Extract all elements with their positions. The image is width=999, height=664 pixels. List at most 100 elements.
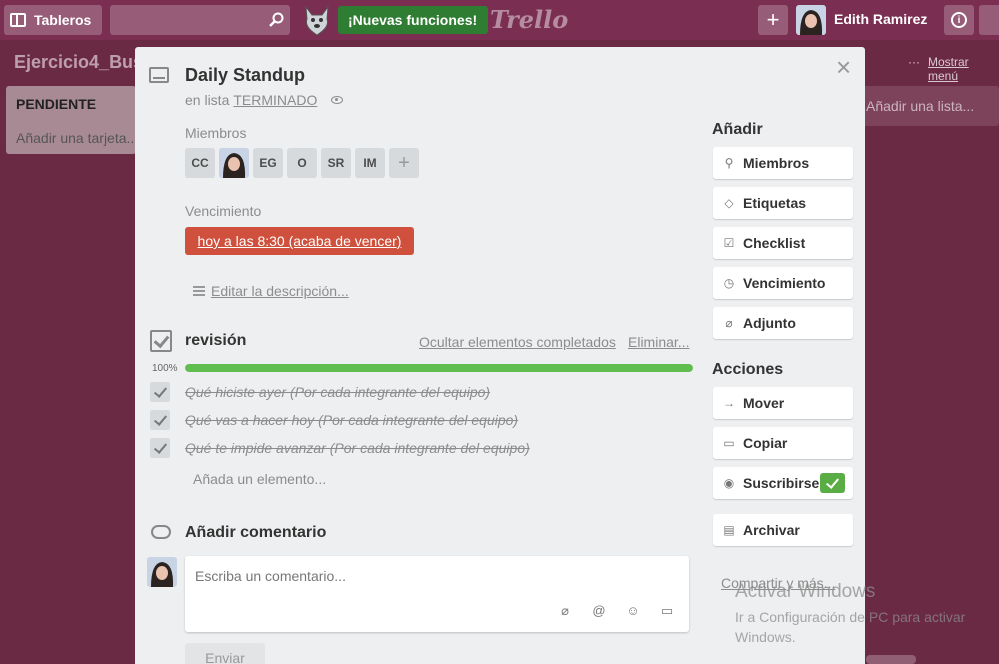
info-button[interactable]: i — [944, 5, 974, 35]
plus-icon: + — [766, 7, 780, 32]
checklist-icon: ☑ — [723, 236, 735, 250]
member-avatar[interactable]: CC — [185, 148, 215, 178]
checklist-icon — [150, 330, 172, 352]
due-label: Vencimiento — [185, 203, 262, 219]
labels-button[interactable]: ◇ Etiquetas — [713, 187, 853, 219]
checklist-title[interactable]: revisión — [185, 332, 246, 350]
info-icon: i — [951, 12, 967, 28]
checklist-item[interactable]: Qué te impide avanzar (Por cada integran… — [150, 438, 530, 458]
checklist-item[interactable]: Qué hiciste ayer (Por cada integrante de… — [150, 382, 490, 402]
show-menu-label: Mostrar menú — [928, 55, 969, 83]
members-label: Miembros — [185, 125, 247, 141]
taco-mascot-icon[interactable] — [300, 3, 334, 37]
close-icon[interactable]: × — [836, 54, 854, 80]
checkbox[interactable] — [150, 410, 170, 430]
comment-input[interactable] — [195, 566, 675, 586]
move-button-label: Mover — [743, 395, 785, 411]
checklist-button[interactable]: ☑ Checklist — [713, 227, 853, 259]
member-avatar[interactable]: EG — [253, 148, 283, 178]
copy-button-label: Copiar — [743, 435, 788, 451]
add-list-link[interactable]: Añadir una lista... — [866, 98, 974, 114]
watermark-line2: Ir a Configuración de PC para activar Wi… — [735, 609, 966, 645]
card-icon: ▭ — [723, 436, 735, 450]
avatar-photo-icon — [796, 5, 826, 35]
in-list-prefix: en lista — [185, 92, 230, 108]
eye-icon: ◉ — [723, 476, 735, 490]
show-menu-link[interactable]: ··· Mostrar menú — [908, 55, 999, 83]
hide-completed-link[interactable]: Ocultar elementos completados — [419, 334, 616, 350]
comment-avatar — [147, 557, 177, 587]
list-title[interactable]: PENDIENTE — [16, 96, 96, 112]
edit-description-label: Editar la descripción... — [211, 283, 349, 299]
members-button-label: Miembros — [743, 155, 810, 171]
arrow-right-icon: → — [723, 396, 735, 410]
attachment-button-label: Adjunto — [743, 315, 796, 331]
due-date-button[interactable]: ◷ Vencimiento — [713, 267, 853, 299]
new-features-button[interactable]: ¡Nuevas funciones! — [338, 6, 488, 34]
subscribed-check-icon — [820, 473, 845, 493]
checklist-item-text[interactable]: Qué te impide avanzar (Por cada integran… — [185, 440, 530, 456]
trello-logo[interactable]: Trello — [490, 5, 568, 34]
user-name[interactable]: Edith Ramirez — [834, 11, 927, 27]
paperclip-icon[interactable]: ⌀ — [558, 604, 572, 618]
comment-box[interactable]: ⌀ @ ☺ ▭ — [185, 556, 689, 632]
board-scrollbar[interactable] — [866, 655, 916, 664]
search-icon — [269, 12, 284, 27]
edit-description-link[interactable]: Editar la descripción... — [193, 283, 349, 299]
member-avatar[interactable]: IM — [355, 148, 385, 178]
checkbox[interactable] — [150, 382, 170, 402]
new-features-label: ¡Nuevas funciones! — [348, 12, 478, 28]
delete-checklist-link[interactable]: Eliminar... — [628, 334, 689, 350]
member-avatar[interactable] — [219, 148, 249, 178]
boards-label: Tableros — [34, 12, 92, 28]
member-photo-icon — [219, 148, 249, 178]
members-row: CC EG O SR IM + — [185, 148, 419, 178]
checkbox[interactable] — [150, 438, 170, 458]
search-input[interactable] — [110, 5, 290, 35]
create-button[interactable]: + — [758, 5, 788, 35]
move-button[interactable]: → Mover — [713, 387, 853, 419]
tag-icon: ◇ — [724, 196, 734, 210]
copy-button[interactable]: ▭ Copiar — [713, 427, 853, 459]
boards-icon — [10, 13, 26, 27]
add-checklist-item-link[interactable]: Añada un elemento... — [193, 471, 326, 487]
checklist-item-text[interactable]: Qué hiciste ayer (Por cada integrante de… — [185, 384, 490, 400]
subscribe-button[interactable]: ◉ Suscribirse — [713, 467, 853, 499]
labels-button-label: Etiquetas — [743, 195, 807, 211]
subscribe-button-label: Suscribirse — [743, 475, 820, 491]
checklist-item[interactable]: Qué vas a hacer hoy (Por cada integrante… — [150, 410, 518, 430]
members-button[interactable]: ⚲ Miembros — [713, 147, 853, 179]
notifications-button[interactable] — [979, 5, 999, 35]
card-title[interactable]: Daily Standup — [185, 65, 305, 86]
card-list-info: en lista TERMINADO — [185, 92, 344, 108]
avatar-photo-icon — [147, 557, 177, 587]
paperclip-icon: ⌀ — [725, 316, 733, 330]
user-avatar[interactable] — [796, 5, 826, 35]
boards-button[interactable]: Tableros — [4, 5, 102, 35]
comment-icon — [151, 525, 171, 539]
add-heading: Añadir — [712, 121, 763, 138]
person-icon: ⚲ — [724, 156, 734, 170]
archive-button[interactable]: ▤ Archivar — [713, 514, 853, 546]
clock-icon: ◷ — [723, 276, 735, 290]
member-avatar[interactable]: O — [287, 148, 317, 178]
emoji-icon[interactable]: ☺ — [626, 604, 640, 618]
attachment-button[interactable]: ⌀ Adjunto — [713, 307, 853, 339]
add-member-button[interactable]: + — [389, 148, 419, 178]
mention-icon[interactable]: @ — [592, 604, 606, 618]
checklist-progress-bar — [185, 364, 693, 372]
windows-activation-watermark: Activar Windows Ir a Configuración de PC… — [735, 581, 999, 647]
send-button[interactable]: Enviar — [185, 643, 265, 664]
board-title[interactable]: Ejercicio4_Bus — [14, 52, 143, 73]
checklist-progress-fill — [185, 364, 693, 372]
due-date-badge[interactable]: hoy a las 8:30 (acaba de vencer) — [185, 227, 414, 255]
list-link[interactable]: TERMINADO — [233, 92, 317, 108]
add-card-link[interactable]: Añadir una tarjeta... — [16, 130, 138, 146]
watermark-line1: Activar Windows — [735, 581, 876, 602]
checklist-button-label: Checklist — [743, 235, 806, 251]
card-attach-icon[interactable]: ▭ — [660, 604, 674, 618]
checklist-item-text[interactable]: Qué vas a hacer hoy (Por cada integrante… — [185, 412, 518, 428]
member-avatar[interactable]: SR — [321, 148, 351, 178]
archive-button-label: Archivar — [743, 522, 800, 538]
description-icon — [193, 286, 205, 296]
